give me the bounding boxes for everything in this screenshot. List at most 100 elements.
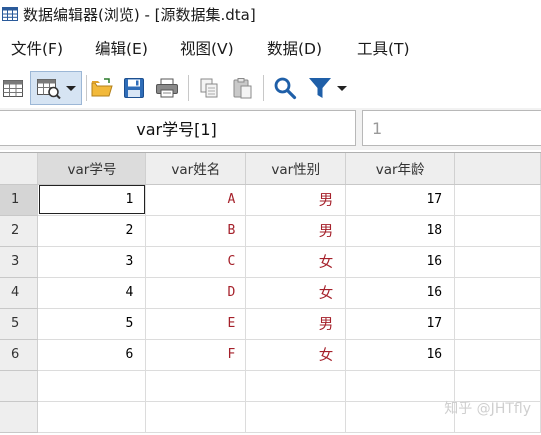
toolbar-separator	[188, 75, 189, 101]
toolbar-separator	[263, 75, 264, 101]
table-cell[interactable]: 3	[37, 246, 147, 278]
table-cell[interactable]: 4	[37, 277, 147, 309]
menu-tools[interactable]: 工具(T)	[357, 37, 410, 59]
table-cell[interactable]: 女	[245, 246, 347, 278]
row-number[interactable]: 1	[0, 184, 39, 216]
table-cell[interactable]: 6	[37, 339, 147, 371]
table-cell[interactable]: 1	[37, 184, 147, 216]
browse-mode-button[interactable]	[30, 71, 82, 105]
row-number-empty	[0, 370, 39, 402]
toolbar-separator	[86, 75, 87, 101]
table-row: 4 4 D 女 16	[0, 277, 541, 309]
empty-cell	[454, 246, 541, 278]
menu-view[interactable]: 视图(V)	[180, 37, 234, 59]
menu-data[interactable]: 数据(D)	[267, 37, 322, 59]
variable-bar: var学号[1] 1	[0, 108, 541, 150]
table-row: 2 2 B 男 18	[0, 215, 541, 247]
search-icon	[274, 77, 297, 100]
table-cell[interactable]: 男	[245, 215, 347, 247]
table-cell[interactable]: E	[145, 308, 247, 340]
table-view-icon	[36, 79, 61, 99]
table-row: 6 6 F 女 16	[0, 339, 541, 371]
table-cell[interactable]: 16	[345, 246, 456, 278]
empty-cell	[145, 401, 247, 433]
data-grid: var学号 var姓名 var性别 var年龄 1 1 A 男 17 2 2 B…	[0, 152, 541, 435]
open-folder-icon	[91, 78, 113, 97]
print-button[interactable]	[153, 71, 181, 105]
table-icon	[2, 7, 18, 21]
table-icon	[3, 80, 23, 97]
table-row: 3 3 C 女 16	[0, 246, 541, 278]
table-cell[interactable]: 17	[345, 184, 456, 216]
grid-corner[interactable]	[0, 153, 39, 185]
empty-cell	[454, 184, 541, 216]
table-cell[interactable]: 18	[345, 215, 456, 247]
paste-icon	[233, 78, 252, 99]
table-cell[interactable]: 16	[345, 339, 456, 371]
save-button[interactable]	[121, 71, 147, 105]
data-editor-window: 数据编辑器(浏览) - [源数据集.dta] 文件(F) 编辑(E) 视图(V)…	[0, 0, 541, 435]
paste-button[interactable]	[229, 71, 255, 105]
title-bar: 数据编辑器(浏览) - [源数据集.dta]	[0, 0, 541, 28]
empty-row	[0, 370, 541, 402]
empty-cell	[245, 370, 347, 402]
empty-cell	[454, 308, 541, 340]
table-cell[interactable]: B	[145, 215, 247, 247]
empty-column-header	[454, 153, 541, 185]
row-number[interactable]: 4	[0, 277, 39, 309]
watermark: 知乎 @JHTfly	[444, 401, 531, 417]
table-row: 1 1 A 男 17	[0, 184, 541, 216]
empty-cell	[454, 339, 541, 371]
table-cell[interactable]: 2	[37, 215, 147, 247]
empty-cell	[345, 401, 456, 433]
empty-cell	[345, 370, 456, 402]
empty-cell	[37, 401, 147, 433]
row-number-empty	[0, 401, 39, 433]
table-cell[interactable]: D	[145, 277, 247, 309]
data-editor-button[interactable]	[0, 71, 26, 105]
empty-cell	[145, 370, 247, 402]
empty-cell	[454, 277, 541, 309]
column-header[interactable]: var年龄	[345, 153, 456, 185]
empty-cell	[454, 370, 541, 402]
chevron-down-icon	[337, 86, 347, 91]
empty-cell	[245, 401, 347, 433]
table-row: 5 5 E 男 17	[0, 308, 541, 340]
cell-value-field[interactable]: 1	[362, 110, 541, 146]
table-cell[interactable]: 男	[245, 184, 347, 216]
variable-name-field[interactable]: var学号[1]	[0, 110, 356, 146]
table-cell[interactable]: 16	[345, 277, 456, 309]
print-icon	[156, 78, 178, 98]
copy-icon	[200, 78, 218, 98]
table-cell[interactable]: F	[145, 339, 247, 371]
window-title: 数据编辑器(浏览) - [源数据集.dta]	[23, 5, 256, 24]
table-cell[interactable]: 5	[37, 308, 147, 340]
data-table: var学号 var姓名 var性别 var年龄 1 1 A 男 17 2 2 B…	[0, 153, 541, 433]
table-cell[interactable]: C	[145, 246, 247, 278]
open-button[interactable]	[89, 71, 115, 105]
row-number[interactable]: 5	[0, 308, 39, 340]
column-header[interactable]: var姓名	[145, 153, 247, 185]
table-cell[interactable]: 女	[245, 277, 347, 309]
save-icon	[124, 78, 144, 98]
table-cell[interactable]: 男	[245, 308, 347, 340]
row-number[interactable]: 6	[0, 339, 39, 371]
filter-icon	[309, 78, 331, 98]
toolbar	[0, 66, 541, 108]
column-header[interactable]: var性别	[245, 153, 347, 185]
menu-bar: 文件(F) 编辑(E) 视图(V) 数据(D) 工具(T)	[0, 28, 541, 66]
table-cell[interactable]: 17	[345, 308, 456, 340]
copy-button[interactable]	[196, 71, 222, 105]
table-cell[interactable]: 女	[245, 339, 347, 371]
chevron-down-icon	[65, 86, 76, 91]
empty-cell	[454, 215, 541, 247]
find-button[interactable]	[271, 71, 299, 105]
row-number[interactable]: 2	[0, 215, 39, 247]
menu-edit[interactable]: 编辑(E)	[95, 37, 148, 59]
table-cell[interactable]: A	[145, 184, 247, 216]
menu-file[interactable]: 文件(F)	[11, 37, 63, 59]
filter-button[interactable]	[303, 71, 353, 105]
column-header[interactable]: var学号	[37, 153, 147, 185]
row-number[interactable]: 3	[0, 246, 39, 278]
empty-cell	[37, 370, 147, 402]
